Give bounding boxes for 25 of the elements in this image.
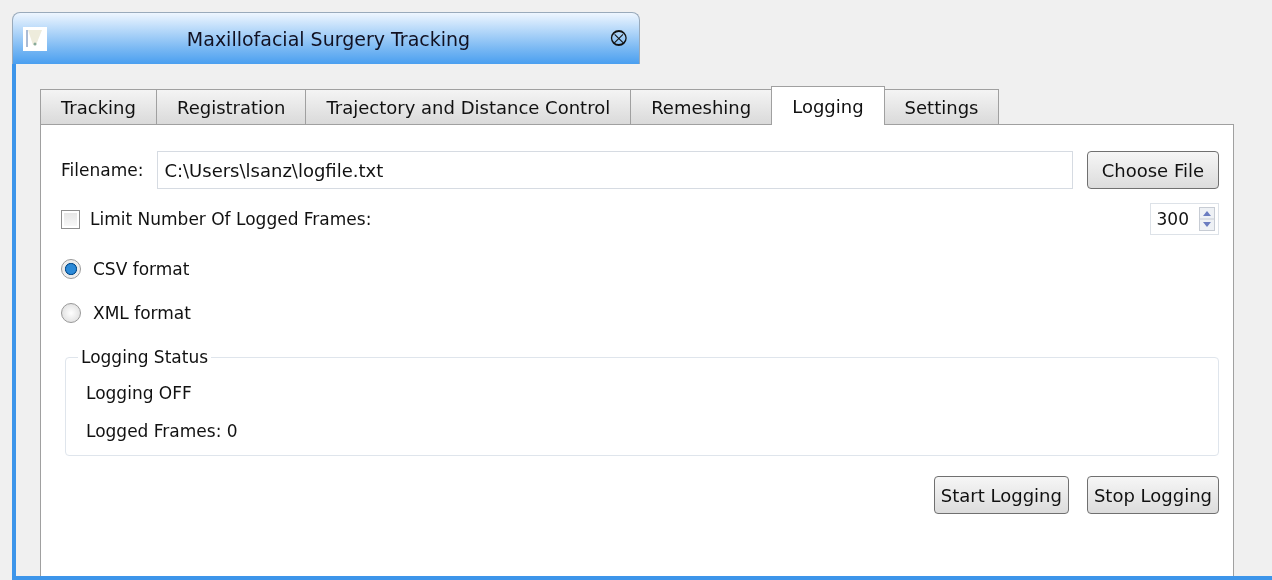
status-text: Logging OFF bbox=[86, 383, 193, 403]
tab[interactable]: Registration bbox=[155, 89, 307, 124]
tab[interactable]: Remeshing bbox=[630, 89, 773, 124]
radio-label: XML format bbox=[93, 303, 191, 323]
filename-field[interactable]: C:\Users\lsanz\logfile.txt bbox=[157, 151, 1073, 189]
checkbox-label: Limit Number Of Logged Frames: bbox=[90, 209, 372, 229]
tab[interactable]: Tracking bbox=[40, 89, 157, 124]
document-icon bbox=[23, 26, 47, 51]
close-button[interactable]: ⮾ bbox=[610, 27, 627, 50]
tab[interactable]: Logging bbox=[771, 86, 885, 125]
window-title: Maxillofacial Surgery Tracking bbox=[185, 27, 472, 50]
tab[interactable]: Settings bbox=[883, 89, 1000, 124]
field-label: Filename: bbox=[61, 160, 144, 180]
checkbox[interactable] bbox=[61, 209, 80, 229]
radio-label: CSV format bbox=[93, 259, 190, 279]
spin-arrows-icon[interactable] bbox=[1199, 207, 1215, 231]
spin-box[interactable]: 300 bbox=[1149, 203, 1219, 235]
logging-button[interactable]: Start Logging bbox=[933, 476, 1069, 514]
choose-file-button[interactable]: Choose File bbox=[1086, 151, 1219, 189]
status-text: Logged Frames: 0 bbox=[86, 421, 239, 441]
radio-button[interactable] bbox=[61, 303, 81, 323]
group-title: Logging Status bbox=[80, 347, 210, 367]
tab[interactable]: Trajectory and Distance Control bbox=[305, 89, 632, 124]
radio-button[interactable] bbox=[61, 259, 81, 279]
logging-button[interactable]: Stop Logging bbox=[1086, 476, 1219, 514]
